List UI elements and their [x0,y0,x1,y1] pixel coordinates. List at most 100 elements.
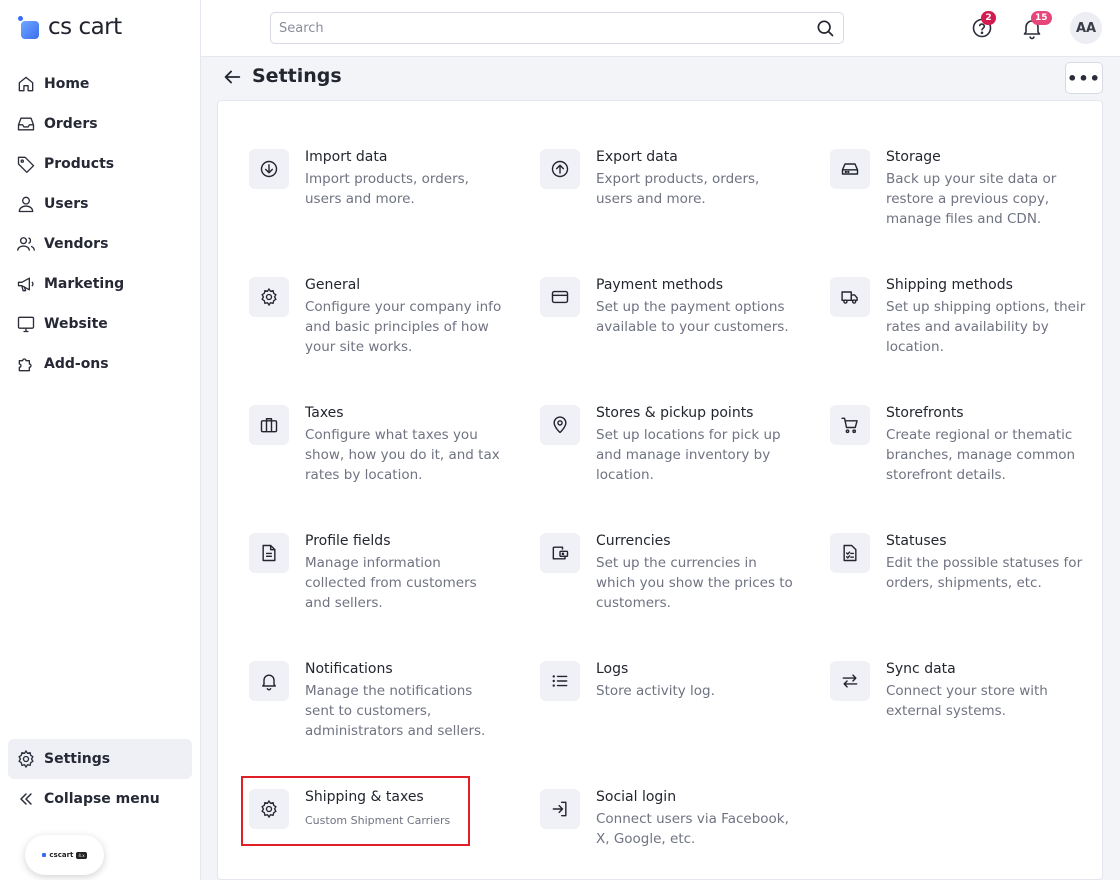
tile-title: Currencies [596,533,671,549]
tile-payment-methods[interactable]: Payment methods Set up the payment optio… [540,277,800,347]
map-pin-icon [553,416,567,434]
tile-notifications[interactable]: Notifications Manage the notifications s… [249,661,509,751]
tag-icon [17,156,35,173]
sidebar-bottom: Settings Collapse menu [8,739,192,819]
tile-icon-box [830,277,870,317]
tile-sync-data[interactable]: Sync data Connect your store with extern… [830,661,1090,731]
users-icon [17,237,35,251]
logo-mark-icon [42,853,47,857]
tile-title: Payment methods [596,277,724,293]
tile-title: Import data [305,149,388,165]
tile-taxes[interactable]: Taxes Configure what taxes you show, how… [249,405,509,495]
sidebar-item-settings[interactable]: Settings [8,739,192,779]
gear-icon [18,749,34,769]
tile-export-data[interactable]: Export data Export products, orders, use… [540,149,800,219]
collapse-menu-button[interactable]: Collapse menu [8,779,192,819]
promo-text: cscart [49,851,74,859]
tile-title: Profile fields [305,533,391,549]
sidebar-item-home[interactable]: Home [8,64,192,104]
tile-title: Taxes [305,405,344,421]
avatar[interactable]: AA [1070,12,1102,44]
tile-description: Set up shipping options, their rates and… [886,299,1086,355]
login-icon [552,801,567,817]
help-button[interactable]: 2 [970,11,996,40]
import-icon [260,160,278,178]
sidebar-item-label: Products [44,156,115,172]
user-icon [18,196,34,213]
tile-logs[interactable]: Logs Store activity log. [540,661,800,711]
settings-grid: Import data Import products, orders, use… [217,100,1103,880]
tile-icon-box [249,277,289,317]
tile-title: Storefronts [886,405,964,421]
home-icon [18,76,34,92]
search-box [270,12,844,44]
tile-profile-fields[interactable]: Profile fields Manage information collec… [249,533,509,623]
tile-statuses[interactable]: Statuses Edit the possible statuses for … [830,533,1090,603]
tile-description: Create regional or thematic branches, ma… [886,427,1076,483]
inbox-icon [17,117,35,131]
tile-description: Set up the currencies in which you show … [596,555,793,611]
sidebar-item-addons[interactable]: Add-ons [8,344,192,384]
tile-icon-box [249,533,289,573]
search-input[interactable] [279,20,815,36]
wallet-icon [552,546,569,560]
tile-stores-pickup-points[interactable]: Stores & pickup points Set up locations … [540,405,800,495]
sidebar-item-orders[interactable]: Orders [8,104,192,144]
tile-import-data[interactable]: Import data Import products, orders, use… [249,149,509,219]
notifications-button[interactable]: 15 [1020,11,1052,40]
puzzle-icon [18,358,32,372]
tile-description: Connect your store with external systems… [886,683,1048,719]
tile-icon-box [830,149,870,189]
tile-storage[interactable]: Storage Back up your site data or restor… [830,149,1090,239]
back-arrow-icon[interactable] [221,66,243,88]
logo[interactable]: cs cart [18,12,122,42]
logo-text: cs cart [48,14,122,40]
sidebar-item-label: Marketing [44,276,125,292]
tile-general[interactable]: General Configure your company info and … [249,277,509,367]
tile-storefronts[interactable]: Storefronts Create regional or thematic … [830,405,1090,495]
topbar: 2 15 AA [201,0,1120,57]
document-icon [262,544,276,562]
briefcase-icon [260,418,278,433]
tile-description: Store activity log. [596,683,715,699]
tile-description: Back up your site data or restore a prev… [886,171,1057,227]
sidebar-item-users[interactable]: Users [8,184,192,224]
tile-description: Import products, orders, users and more. [305,171,469,207]
gear-icon [261,287,277,307]
promo-badge[interactable]: cscart 4.x [25,835,104,875]
cart-icon [841,417,858,434]
tile-title: Logs [596,661,629,677]
export-icon [551,160,569,178]
more-options-button[interactable]: ••• [1065,62,1103,94]
tile-title: General [305,277,361,293]
list-icon [552,675,568,687]
highlight-box [241,776,470,846]
tile-icon-box [540,661,580,701]
notifications-badge: 15 [1031,11,1052,25]
search-icon[interactable] [815,18,835,38]
sidebar-item-label: Settings [44,751,111,767]
tile-description: Manage information collected from custom… [305,555,477,611]
checklist-icon [843,544,857,562]
tile-social-login[interactable]: Social login Connect users via Facebook,… [540,789,800,859]
sidebar-item-products[interactable]: Products [8,144,192,184]
tile-icon-box [540,149,580,189]
megaphone-icon [17,277,34,292]
tile-description: Set up the payment options available to … [596,299,789,335]
sidebar-item-website[interactable]: Website [8,304,192,344]
tile-currencies[interactable]: Currencies Set up the currencies in whic… [540,533,800,623]
tile-title: Shipping methods [886,277,1013,293]
tile-description: Edit the possible statuses for orders, s… [886,555,1083,591]
storage-icon [841,163,859,175]
tile-description: Configure what taxes you show, how you d… [305,427,500,483]
tile-description: Connect users via Facebook, X, Google, e… [596,811,789,847]
tile-icon-box [540,277,580,317]
logo-mark-icon [18,16,40,39]
tile-icon-box [249,149,289,189]
sidebar-item-label: Vendors [44,236,109,252]
tile-shipping-methods[interactable]: Shipping methods Set up shipping options… [830,277,1090,367]
sidebar-item-vendors[interactable]: Vendors [8,224,192,264]
tile-description: Configure your company info and basic pr… [305,299,502,355]
sidebar-item-marketing[interactable]: Marketing [8,264,192,304]
collapse-menu-label: Collapse menu [44,791,160,807]
